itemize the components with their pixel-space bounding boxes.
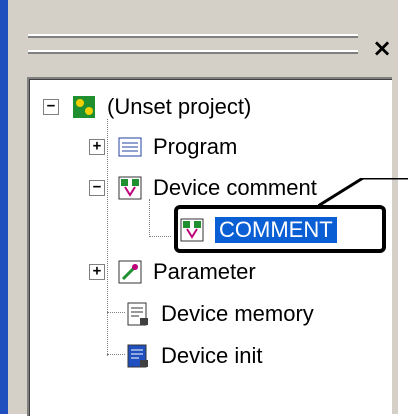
- device-init-icon: [125, 343, 151, 369]
- title-grip-lower[interactable]: [28, 50, 358, 54]
- tree-item-program[interactable]: + Program: [89, 132, 237, 162]
- parameter-icon: [117, 259, 143, 285]
- callout-leader: [318, 178, 408, 208]
- close-button[interactable]: ×: [368, 35, 396, 61]
- expand-icon[interactable]: +: [89, 264, 105, 280]
- tree-item-label: Device memory: [161, 301, 314, 326]
- tree-item-label: Parameter: [153, 259, 256, 284]
- device-comment-icon: [117, 175, 143, 201]
- tree-root-label: (Unset project): [107, 94, 252, 119]
- tree-line: [149, 236, 171, 237]
- tree-line: [107, 312, 125, 313]
- title-grip[interactable]: [28, 34, 358, 38]
- tree-item-parameter[interactable]: + Parameter: [89, 257, 256, 287]
- tree-line: [149, 199, 150, 237]
- project-icon: [71, 94, 97, 120]
- program-icon: [117, 134, 143, 160]
- tree-line: [107, 354, 125, 355]
- tree-item-device-memory[interactable]: Device memory: [125, 299, 314, 329]
- tree-item-label: Device comment: [153, 175, 317, 200]
- tree-item-device-init[interactable]: Device init: [125, 341, 262, 371]
- device-memory-icon: [125, 301, 151, 327]
- tree-item-device-comment[interactable]: − Device comment: [89, 173, 317, 203]
- collapse-icon[interactable]: −: [43, 99, 59, 115]
- tree-root[interactable]: − (Unset project): [43, 92, 251, 122]
- tree-item-label: Device init: [161, 343, 263, 368]
- window-edge: [0, 0, 8, 414]
- callout-frame: [174, 205, 386, 253]
- tree-item-label: Program: [153, 134, 238, 159]
- collapse-icon[interactable]: −: [89, 180, 105, 196]
- expand-icon[interactable]: +: [89, 139, 105, 155]
